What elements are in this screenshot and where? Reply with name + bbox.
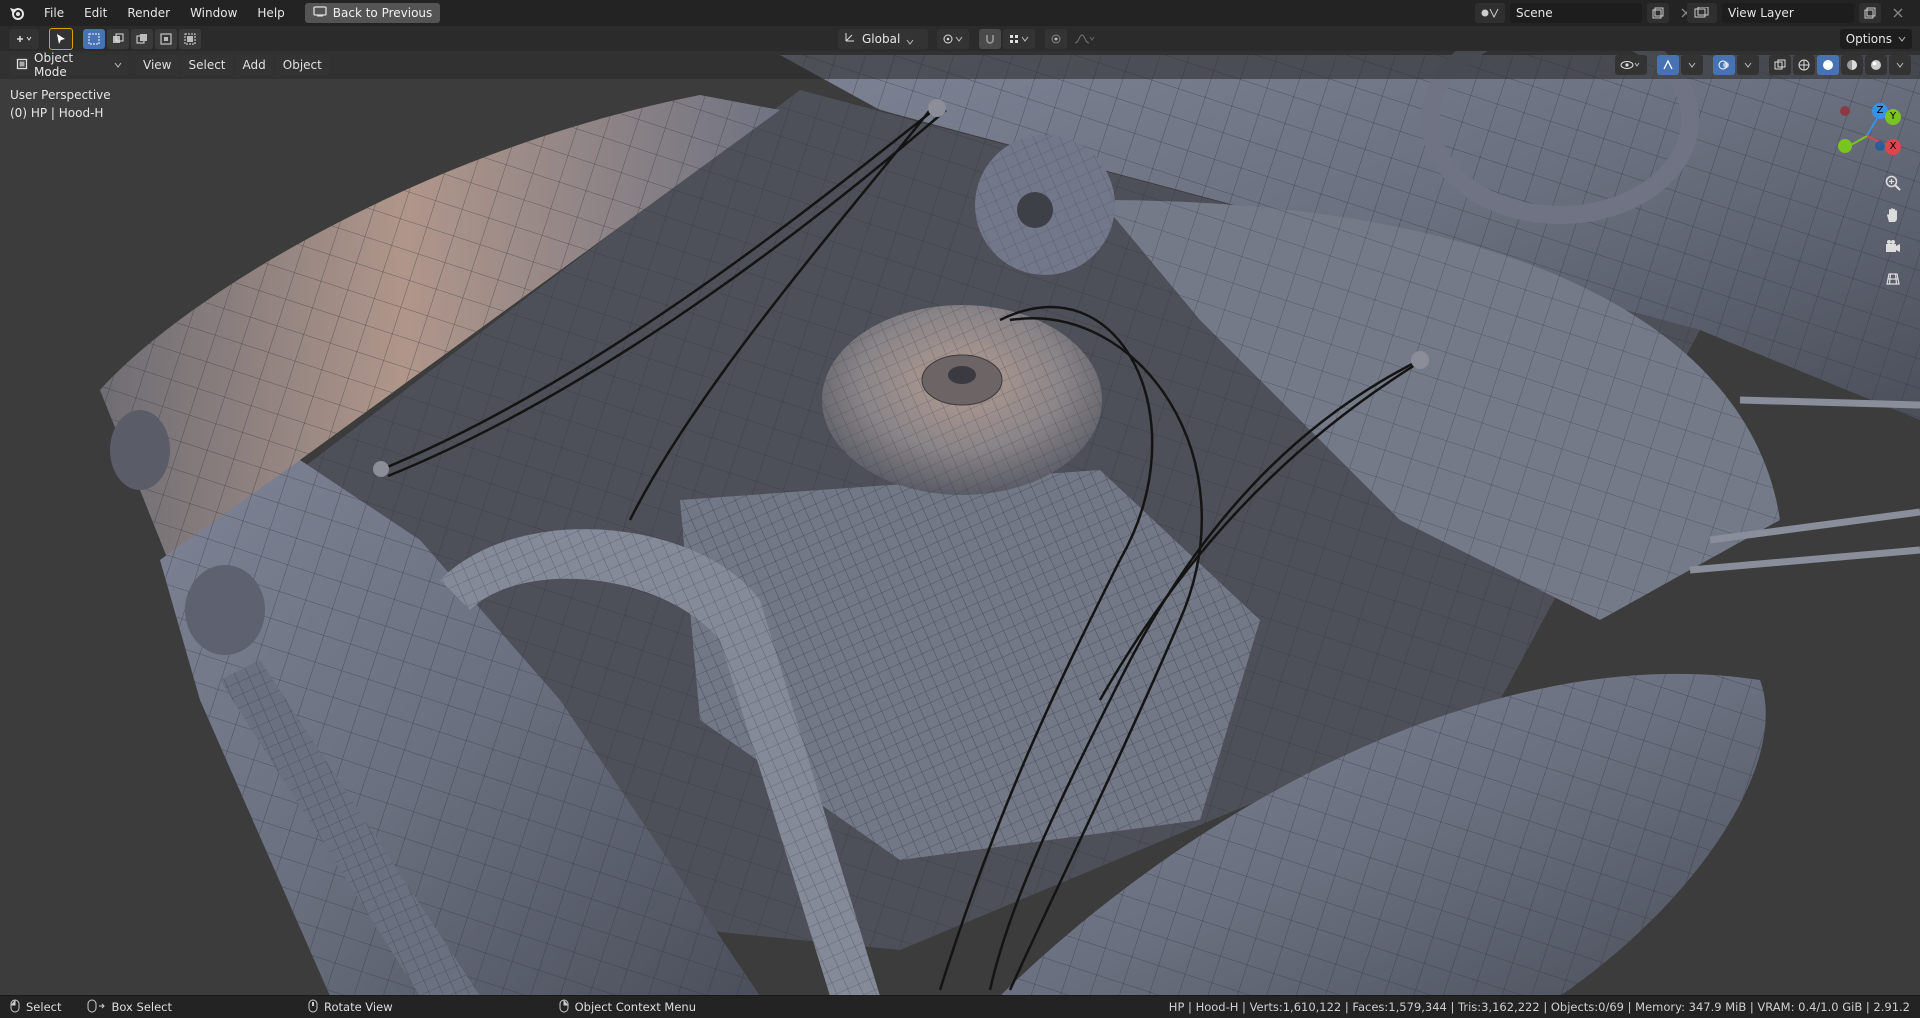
screen-icon [313, 6, 327, 20]
camera-view-icon[interactable] [1880, 234, 1906, 260]
scene-type-icon[interactable] [1475, 3, 1505, 23]
select-mode-intersect-icon[interactable] [179, 28, 201, 49]
mouse-middle-icon [308, 999, 318, 1016]
overlays-options-icon[interactable] [1737, 55, 1759, 75]
header-menu-view[interactable]: View [136, 55, 179, 75]
orientation-label: Global [862, 31, 901, 46]
chevron-down-icon [1898, 32, 1906, 46]
pan-hand-icon[interactable] [1880, 202, 1906, 228]
view-layer-field[interactable]: View Layer [1722, 3, 1854, 23]
viewport-navigation [1880, 170, 1906, 292]
gizmo-options-icon[interactable] [1681, 55, 1703, 75]
mode-dropdown[interactable]: Object Mode [10, 51, 128, 79]
gizmo-neg-y[interactable] [1838, 139, 1852, 153]
top-menu-bar: File Edit Render Window Help Back to Pre… [0, 0, 1920, 27]
blender-logo-icon[interactable] [0, 6, 34, 20]
wireframe-shading-icon[interactable] [1793, 55, 1815, 75]
mouse-drag-icon [87, 999, 106, 1016]
rendered-shading-icon[interactable] [1865, 55, 1887, 75]
gizmo-x-axis[interactable]: X [1885, 139, 1901, 155]
scene-name-field[interactable]: Scene [1510, 3, 1642, 23]
object-mode-icon [16, 58, 28, 73]
select-mode-invert-icon[interactable] [155, 28, 177, 49]
mouse-left-icon [10, 999, 20, 1016]
status-bar: Select Box Select Rotate View Object Con… [0, 995, 1920, 1018]
status-select-label: Select [26, 1000, 62, 1014]
tool-settings-bar: Global Options [0, 26, 1920, 51]
back-to-previous-button[interactable]: Back to Previous [304, 3, 441, 23]
gizmo-toggle-icon[interactable] [1657, 55, 1679, 75]
status-select: Select [10, 999, 61, 1016]
pivot-point-icon[interactable] [937, 28, 969, 49]
mode-label: Object Mode [34, 51, 74, 79]
new-view-layer-icon[interactable] [1859, 3, 1881, 23]
delete-view-layer-icon[interactable] [1887, 3, 1909, 23]
header-menu-object[interactable]: Object [275, 55, 329, 75]
header-menu-select[interactable]: Select [181, 55, 233, 75]
status-box-select-label: Box Select [111, 1000, 172, 1014]
transform-orientation-dropdown[interactable]: Global [838, 28, 928, 49]
view-layer-icon[interactable] [1687, 3, 1717, 23]
status-box-select: Box Select [87, 999, 172, 1016]
visibility-icon[interactable] [1615, 55, 1647, 75]
proportional-falloff-icon[interactable] [1069, 29, 1099, 49]
gizmo-neg-z[interactable] [1875, 141, 1885, 151]
navigation-gizmo[interactable]: Z Y X [1832, 96, 1902, 166]
gizmo-neg-x[interactable] [1840, 106, 1850, 116]
scene-selector: Scene [1474, 3, 1698, 23]
model-render [0, 51, 1920, 996]
menu-window[interactable]: Window [180, 0, 247, 26]
status-rotate-label: Rotate View [324, 1000, 393, 1014]
chevron-down-icon [906, 35, 914, 45]
editor-type-icon[interactable] [9, 28, 39, 49]
options-label: Options [1845, 31, 1892, 46]
select-mode-extend-icon[interactable] [107, 28, 129, 49]
menu-render[interactable]: Render [117, 0, 180, 26]
snap-target-icon[interactable] [1003, 28, 1035, 49]
header-menu-add[interactable]: Add [235, 55, 273, 75]
xray-toggle-icon[interactable] [1769, 55, 1791, 75]
overlays-toggle-icon[interactable] [1713, 55, 1735, 75]
solid-shading-icon[interactable] [1817, 55, 1839, 75]
select-mode-new-icon[interactable] [83, 28, 105, 49]
zoom-icon[interactable] [1880, 170, 1906, 196]
scene-statistics: HP | Hood-H | Verts:1,610,122 | Faces:1,… [1168, 1000, 1910, 1014]
chevron-down-icon [114, 58, 122, 72]
status-rotate: Rotate View [308, 999, 393, 1016]
orientation-axes-icon [844, 31, 856, 46]
view-perspective-label: User Perspective [10, 88, 111, 102]
shading-options-icon[interactable] [1889, 55, 1911, 75]
mouse-right-icon [559, 999, 569, 1016]
viewport-info: User Perspective (0) HP | Hood-H [10, 86, 111, 122]
select-tool-icon[interactable] [49, 27, 73, 50]
menu-help[interactable]: Help [247, 0, 294, 26]
gizmo-y-axis[interactable]: Y [1885, 109, 1901, 125]
3d-viewport[interactable] [0, 51, 1920, 996]
viewport-header: Object Mode View Select Add Object [0, 51, 1920, 79]
options-dropdown[interactable]: Options [1839, 28, 1912, 49]
proportional-editing-icon[interactable] [1045, 28, 1067, 49]
material-shading-icon[interactable] [1841, 55, 1863, 75]
view-layer-selector: View Layer [1686, 3, 1910, 23]
view-layer-label: View Layer [1728, 6, 1794, 20]
status-context-menu: Object Context Menu [559, 999, 696, 1016]
perspective-toggle-icon[interactable] [1880, 266, 1906, 292]
active-object-label: (0) HP | Hood-H [10, 106, 104, 120]
status-context-menu-label: Object Context Menu [574, 1000, 696, 1014]
new-scene-icon[interactable] [1647, 3, 1669, 23]
select-mode-subtract-icon[interactable] [131, 28, 153, 49]
menu-file[interactable]: File [34, 0, 74, 26]
menu-edit[interactable]: Edit [74, 0, 117, 26]
snap-toggle-icon[interactable] [979, 28, 1001, 49]
scene-name-label: Scene [1516, 6, 1553, 20]
back-to-previous-label: Back to Previous [332, 6, 433, 20]
